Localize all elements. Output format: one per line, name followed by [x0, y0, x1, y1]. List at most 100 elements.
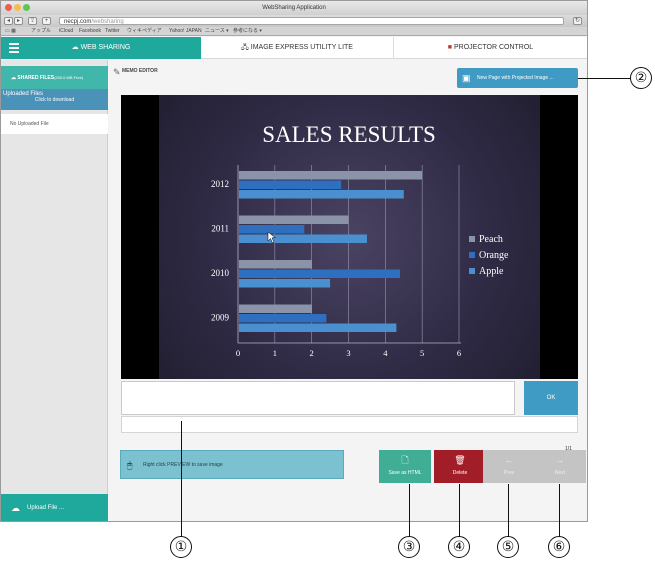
cloud-icon: ☁ [71, 44, 81, 51]
category-label: 2011 [211, 223, 229, 233]
callout-leader [508, 484, 509, 537]
tab-projector-control[interactable]: ■ PROJECTOR CONTROL [394, 37, 587, 59]
callout-1: ① [170, 536, 192, 558]
projector-image-icon: ▣ [462, 73, 471, 83]
bookmark-item[interactable]: iCloud [59, 27, 73, 36]
upload-file-button[interactable]: ☁ Upload File ... [1, 494, 108, 521]
callout-3: ③ [398, 536, 420, 558]
slide: SALES RESULTS 0 1 2 3 4 5 6 2012 2011 2010 2009 Peac… [159, 95, 540, 379]
bar [239, 279, 331, 288]
tab-label: ☁ WEB SHARING [71, 44, 131, 51]
bar [239, 180, 342, 189]
bookmark-item[interactable]: Yahoo! JAPAN [169, 27, 202, 36]
callout-leader [559, 484, 560, 537]
bar [239, 171, 423, 180]
bookmark-item[interactable]: 参考になる ▾ [233, 27, 262, 36]
x-tick-label: 2 [310, 348, 314, 358]
bar [239, 190, 404, 199]
legend-label: Apple [479, 266, 504, 277]
chart-title: SALES RESULTS [262, 122, 436, 147]
save-image-hint: 🖱 Right click PREVIEW to save image [120, 450, 344, 479]
bookmark-item[interactable]: Twitter [105, 27, 120, 36]
memo-editor-label: ✎ MEMO EDITOR [113, 67, 158, 77]
back-icon[interactable]: ◂ [4, 17, 13, 25]
callout-leader [181, 421, 182, 537]
callout-2: ② [630, 67, 652, 89]
bar [239, 323, 397, 332]
save-as-html-button[interactable]: 🗋 Save as HTML [379, 450, 431, 483]
bookmark-item[interactable]: アップル [31, 27, 51, 36]
slide-preview[interactable]: SALES RESULTS 0 1 2 3 4 5 6 2012 2011 2010 2009 Peac… [121, 95, 578, 379]
trash-icon: 🗑 [454, 455, 466, 465]
sales-chart: SALES RESULTS 0 1 2 3 4 5 6 2012 2011 2010 2009 Peac… [211, 122, 509, 358]
memo-input[interactable] [121, 381, 515, 415]
category-label: 2009 [211, 312, 230, 322]
uploaded-files-header: Uploaded Files Click to download [1, 89, 108, 110]
no-uploaded-file-text: No Uploaded File [1, 114, 108, 134]
ok-button[interactable]: OK [524, 381, 578, 415]
menu-icon[interactable] [9, 42, 19, 54]
x-tick-label: 4 [383, 348, 388, 358]
reload-icon[interactable]: ↻ [573, 17, 582, 25]
computer-network-icon: 🖧 [241, 44, 251, 51]
bar [239, 304, 312, 313]
callout-leader [459, 484, 460, 537]
bar [239, 225, 305, 234]
legend-swatch [469, 268, 475, 274]
forward-icon[interactable]: ▸ [14, 17, 23, 25]
tab-label: 🖧 IMAGE EXPRESS UTILITY LITE [241, 44, 353, 51]
delete-button[interactable]: 🗑 Delete [434, 450, 486, 483]
bar [239, 215, 349, 224]
bookmarks-icon[interactable]: ▭ ▦ [5, 27, 16, 36]
app-navbar: ☁ WEB SHARING 🖧 IMAGE EXPRESS UTILITY LI… [1, 37, 587, 59]
share-icon[interactable]: ⇪ [28, 17, 37, 25]
x-tick-label: 1 [273, 348, 277, 358]
new-page-button[interactable]: ▣ New Page with Projected Image ... [457, 68, 578, 88]
next-button[interactable]: → Next [534, 450, 586, 483]
bookmark-item[interactable]: Facebook [79, 27, 101, 36]
maximize-window-icon[interactable] [23, 4, 30, 11]
legend-label: Orange [479, 250, 509, 261]
uploaded-files-title: Uploaded Files [3, 91, 44, 97]
callout-leader [409, 484, 410, 537]
shared-files-header: ☁ SHARED FILES(200.0 MB Free) [1, 66, 108, 89]
close-window-icon[interactable] [5, 4, 12, 11]
bar [239, 314, 327, 323]
legend-label: Peach [479, 234, 503, 245]
category-label: 2010 [211, 268, 230, 278]
bookmark-item[interactable]: ウィキペディア [127, 27, 162, 36]
arrow-left-icon: ← [504, 455, 514, 465]
address-bar[interactable]: necpj.com/websharing [59, 17, 564, 25]
url-path: /websharing [91, 19, 124, 25]
prev-button[interactable]: ← Prev [483, 450, 535, 483]
callout-4: ④ [448, 536, 470, 558]
bookmark-item[interactable]: ニュース ▾ [205, 27, 229, 36]
category-label: 2012 [211, 179, 229, 189]
x-tick-label: 3 [346, 348, 350, 358]
document-icon: 🗋 [401, 455, 409, 465]
arrow-right-icon: → [555, 455, 565, 465]
cloud-upload-icon: ☁ [11, 503, 20, 513]
thumbnail-strip [121, 416, 578, 433]
pen-icon: ✎ [113, 67, 121, 77]
minimize-window-icon[interactable] [14, 4, 21, 11]
bookmarks-bar: ▭ ▦ アップル iCloud Facebook Twitter ウィキペディア… [1, 27, 587, 36]
click-to-download-hint: Click to download [34, 97, 75, 103]
bar [239, 260, 312, 269]
bar [239, 269, 401, 278]
add-tab-icon[interactable]: + [42, 17, 51, 25]
callout-6: ⑥ [548, 536, 570, 558]
x-tick-label: 5 [420, 348, 424, 358]
tab-image-express[interactable]: 🖧 IMAGE EXPRESS UTILITY LITE [201, 37, 394, 59]
callout-leader [578, 78, 632, 79]
legend-swatch [469, 236, 475, 242]
window-titlebar: WebSharing Application [1, 1, 587, 15]
sidebar: ☁ SHARED FILES(200.0 MB Free) Uploaded F… [1, 60, 108, 521]
x-tick-label: 6 [457, 348, 461, 358]
callout-5: ⑤ [497, 536, 519, 558]
tab-web-sharing[interactable]: ☁ WEB SHARING [1, 37, 201, 59]
tab-label: ■ PROJECTOR CONTROL [447, 44, 534, 51]
x-tick-label: 0 [236, 348, 240, 358]
legend-swatch [469, 252, 475, 258]
bar [239, 234, 367, 243]
